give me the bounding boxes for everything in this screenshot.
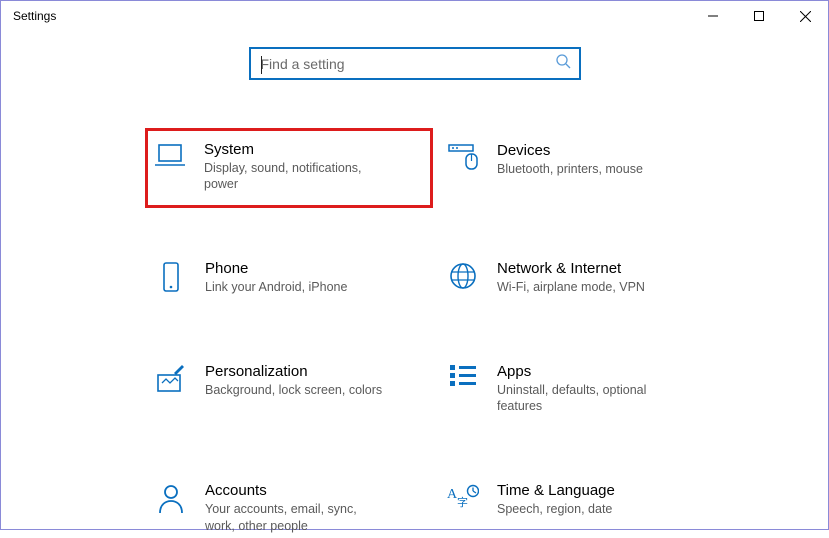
tile-title: Time & Language: [497, 482, 717, 499]
tile-text: Network & Internet Wi-Fi, airplane mode,…: [497, 260, 717, 295]
tile-text: System Display, sound, notifications, po…: [204, 141, 426, 193]
tile-desc: Your accounts, email, sync, work, other …: [205, 501, 385, 534]
person-icon: [153, 482, 189, 514]
tile-title: Network & Internet: [497, 260, 717, 277]
tile-text: Apps Uninstall, defaults, optional featu…: [497, 363, 717, 415]
tile-phone[interactable]: Phone Link your Android, iPhone: [149, 256, 429, 299]
search-input[interactable]: [261, 56, 555, 72]
devices-icon: [445, 142, 481, 170]
globe-icon: [445, 260, 481, 290]
close-button[interactable]: [782, 1, 828, 31]
tile-text: Personalization Background, lock screen,…: [205, 363, 425, 398]
paintbrush-icon: [153, 363, 189, 393]
settings-grid: System Display, sound, notifications, po…: [1, 138, 828, 538]
tile-desc: Link your Android, iPhone: [205, 279, 385, 295]
tile-desc: Speech, region, date: [497, 501, 677, 517]
tile-desc: Display, sound, notifications, power: [204, 160, 384, 193]
tile-time-language[interactable]: A 字 Time & Language Speech, region, date: [441, 478, 721, 538]
language-clock-icon: A 字: [445, 482, 481, 512]
tile-desc: Bluetooth, printers, mouse: [497, 161, 677, 177]
tile-title: Personalization: [205, 363, 425, 380]
tile-title: Accounts: [205, 482, 425, 499]
tile-desc: Wi-Fi, airplane mode, VPN: [497, 279, 677, 295]
search-icon: [555, 53, 571, 74]
search-box[interactable]: [249, 47, 581, 80]
tile-system[interactable]: System Display, sound, notifications, po…: [145, 128, 433, 208]
tile-text: Time & Language Speech, region, date: [497, 482, 717, 517]
svg-text:字: 字: [457, 495, 468, 509]
laptop-icon: [152, 141, 188, 169]
tile-text: Accounts Your accounts, email, sync, wor…: [205, 482, 425, 534]
tile-apps[interactable]: Apps Uninstall, defaults, optional featu…: [441, 359, 721, 419]
tile-text: Phone Link your Android, iPhone: [205, 260, 425, 295]
search-container: [1, 47, 828, 80]
tile-desc: Background, lock screen, colors: [205, 382, 385, 398]
titlebar: Settings: [1, 1, 828, 33]
phone-icon: [153, 260, 189, 292]
tile-network[interactable]: Network & Internet Wi-Fi, airplane mode,…: [441, 256, 721, 299]
window-title: Settings: [1, 1, 56, 23]
tile-accounts[interactable]: Accounts Your accounts, email, sync, wor…: [149, 478, 429, 538]
tile-text: Devices Bluetooth, printers, mouse: [497, 142, 717, 177]
tile-title: Phone: [205, 260, 425, 277]
tile-personalization[interactable]: Personalization Background, lock screen,…: [149, 359, 429, 419]
window-controls: [690, 1, 828, 31]
tile-title: Devices: [497, 142, 717, 159]
maximize-button[interactable]: [736, 1, 782, 31]
minimize-button[interactable]: [690, 1, 736, 31]
tile-title: System: [204, 141, 426, 158]
list-icon: [445, 363, 481, 387]
text-cursor: [261, 56, 262, 74]
tile-devices[interactable]: Devices Bluetooth, printers, mouse: [441, 138, 721, 196]
tile-desc: Uninstall, defaults, optional features: [497, 382, 677, 415]
tile-title: Apps: [497, 363, 717, 380]
